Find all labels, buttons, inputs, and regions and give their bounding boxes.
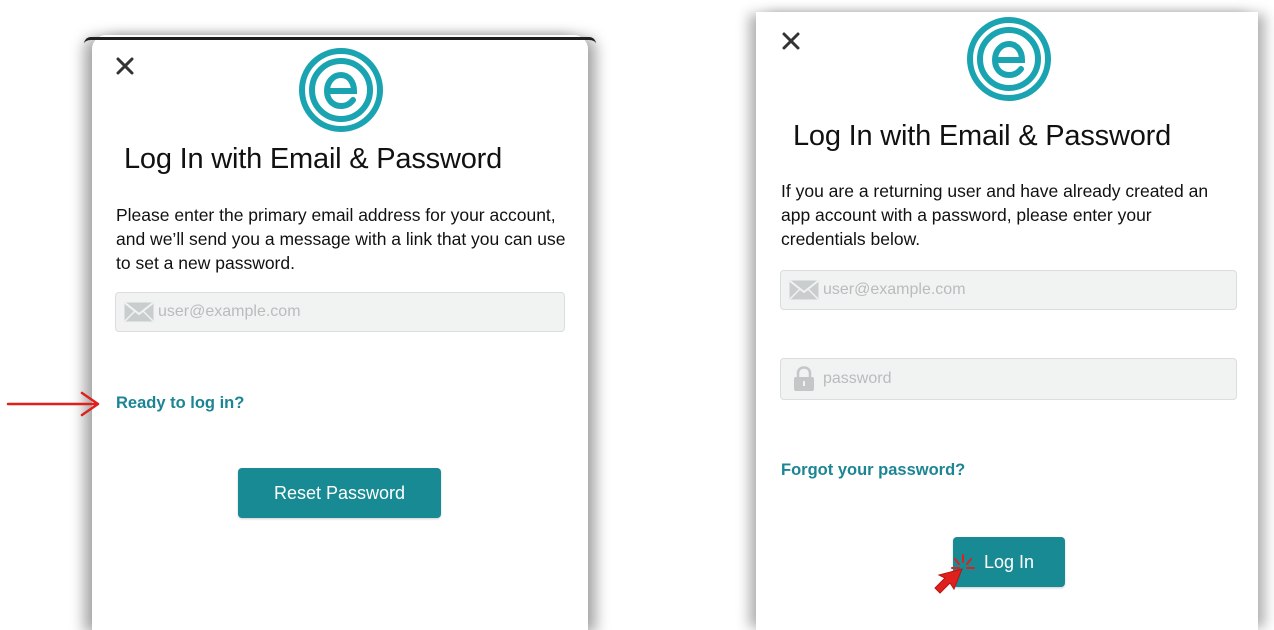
- ready-to-log-in-link[interactable]: Ready to log in?: [116, 394, 244, 413]
- envelope-icon: [122, 301, 156, 323]
- email-field[interactable]: [115, 292, 565, 332]
- close-icon: [116, 57, 134, 75]
- lock-icon: [787, 366, 821, 391]
- login-dialog: Log In with Email & Password If you are …: [756, 12, 1258, 630]
- close-button[interactable]: [778, 28, 804, 54]
- reset-password-dialog: Log In with Email & Password Please ente…: [84, 35, 596, 630]
- reset-description: Please enter the primary email address f…: [116, 205, 566, 273]
- close-icon: [782, 32, 800, 50]
- reset-password-button[interactable]: Reset Password: [238, 468, 441, 518]
- comparison-stage: Log In with Email & Password Please ente…: [0, 0, 1274, 630]
- email-input[interactable]: [156, 303, 564, 321]
- page-title: Log In with Email & Password: [124, 143, 503, 175]
- page-title: Log In with Email & Password: [793, 120, 1172, 152]
- forgot-password-link[interactable]: Forgot your password?: [781, 461, 965, 480]
- e-logo-icon: [298, 47, 384, 133]
- email-input[interactable]: [821, 281, 1236, 299]
- close-button[interactable]: [112, 53, 138, 79]
- login-description: If you are a returning user and have alr…: [781, 181, 1209, 249]
- log-in-button[interactable]: Log In: [953, 537, 1065, 587]
- envelope-icon: [787, 279, 821, 301]
- email-field[interactable]: [780, 270, 1237, 310]
- password-field[interactable]: [780, 358, 1237, 400]
- password-input[interactable]: [821, 370, 1236, 388]
- red-arrow-icon: [6, 389, 102, 419]
- e-logo-icon: [966, 16, 1052, 102]
